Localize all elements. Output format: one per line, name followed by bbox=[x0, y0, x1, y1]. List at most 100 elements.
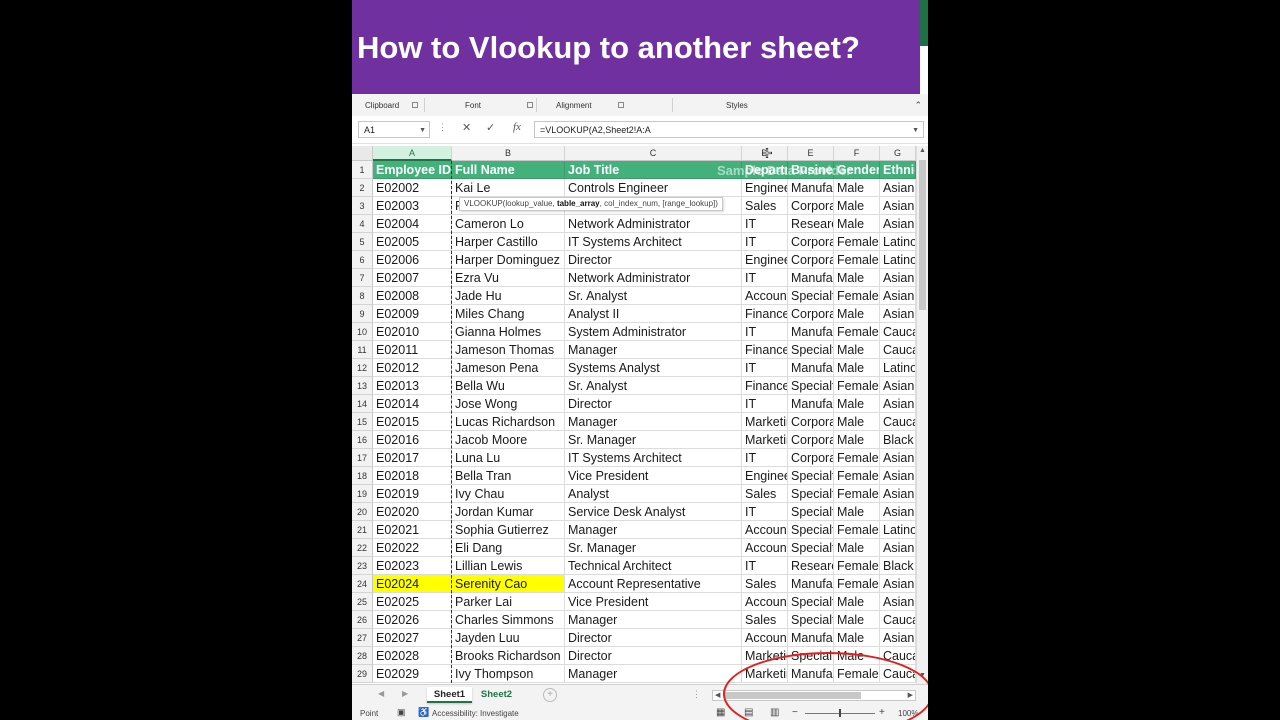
cell[interactable]: Corporate bbox=[788, 431, 834, 449]
cell[interactable]: Eli Dang bbox=[452, 539, 565, 557]
row-number[interactable]: 24 bbox=[352, 575, 373, 593]
name-box[interactable]: A1 ▼ bbox=[358, 121, 430, 138]
cancel-icon[interactable]: ✕ bbox=[462, 121, 471, 134]
cell[interactable]: Accounting bbox=[742, 521, 788, 539]
cell[interactable]: Female bbox=[834, 377, 880, 395]
row-number[interactable]: 5 bbox=[352, 233, 373, 251]
cell[interactable]: Corporate bbox=[788, 197, 834, 215]
cell[interactable]: Male bbox=[834, 359, 880, 377]
cell[interactable]: Manager bbox=[565, 521, 742, 539]
page-break-icon[interactable]: ▥ bbox=[770, 707, 779, 718]
cell[interactable]: E02028 bbox=[373, 647, 452, 665]
cell[interactable]: Asian bbox=[880, 179, 916, 197]
scroll-up-icon[interactable]: ▲ bbox=[917, 147, 928, 158]
cell[interactable]: Male bbox=[834, 611, 880, 629]
cell[interactable]: Specialty bbox=[788, 287, 834, 305]
cell[interactable]: Kai Le bbox=[452, 179, 565, 197]
row-number[interactable]: 8 bbox=[352, 287, 373, 305]
cell[interactable]: Technical Architect bbox=[565, 557, 742, 575]
cell[interactable]: System Administrator bbox=[565, 323, 742, 341]
normal-view-icon[interactable]: ▦ bbox=[716, 707, 725, 718]
cell[interactable]: IT bbox=[742, 215, 788, 233]
cell[interactable]: E02017 bbox=[373, 449, 452, 467]
column-header-f[interactable]: F bbox=[834, 146, 880, 161]
cell[interactable]: Manufacturing bbox=[788, 575, 834, 593]
cell[interactable]: Asian bbox=[880, 539, 916, 557]
row-number[interactable]: 13 bbox=[352, 377, 373, 395]
cell[interactable]: Specialty bbox=[788, 539, 834, 557]
cell[interactable]: Male bbox=[834, 395, 880, 413]
row-number[interactable]: 21 bbox=[352, 521, 373, 539]
cell[interactable]: E02005 bbox=[373, 233, 452, 251]
cell[interactable]: Female bbox=[834, 323, 880, 341]
cell[interactable]: Accounting bbox=[742, 539, 788, 557]
column-header-a[interactable]: A bbox=[373, 146, 452, 161]
cell[interactable]: Latino bbox=[880, 521, 916, 539]
cell[interactable]: Manufacturing bbox=[788, 269, 834, 287]
cell[interactable]: Sr. Manager bbox=[565, 431, 742, 449]
cell[interactable]: Director bbox=[565, 629, 742, 647]
cell[interactable]: Luna Lu bbox=[452, 449, 565, 467]
cell[interactable]: Asian bbox=[880, 305, 916, 323]
cell[interactable]: Black bbox=[880, 557, 916, 575]
cell[interactable]: E02027 bbox=[373, 629, 452, 647]
cell[interactable]: Male bbox=[834, 593, 880, 611]
macro-recorder-icon[interactable]: ▣ bbox=[397, 707, 406, 718]
row-number[interactable]: 12 bbox=[352, 359, 373, 377]
cell[interactable]: Specialty bbox=[788, 341, 834, 359]
enter-icon[interactable]: ✓ bbox=[486, 121, 495, 134]
cell[interactable]: Ezra Vu bbox=[452, 269, 565, 287]
cell[interactable]: E02022 bbox=[373, 539, 452, 557]
zoom-level[interactable]: 100% bbox=[898, 709, 918, 718]
cell[interactable]: Specialty bbox=[788, 503, 834, 521]
cell[interactable]: E02010 bbox=[373, 323, 452, 341]
row-number[interactable]: 14 bbox=[352, 395, 373, 413]
row-number[interactable]: 20 bbox=[352, 503, 373, 521]
row-number[interactable]: 7 bbox=[352, 269, 373, 287]
row-number[interactable]: 10 bbox=[352, 323, 373, 341]
cell[interactable]: Vice President bbox=[565, 467, 742, 485]
cell[interactable]: Jameson Pena bbox=[452, 359, 565, 377]
cell[interactable]: E02009 bbox=[373, 305, 452, 323]
tab-scroll-left-icon[interactable]: ◀ bbox=[378, 689, 384, 698]
cell[interactable]: Jose Wong bbox=[452, 395, 565, 413]
cell[interactable]: Manufacturing bbox=[788, 665, 834, 683]
cell[interactable]: Bella Wu bbox=[452, 377, 565, 395]
cell[interactable]: IT bbox=[742, 449, 788, 467]
cell[interactable]: Male bbox=[834, 197, 880, 215]
cell[interactable]: Director bbox=[565, 647, 742, 665]
cell[interactable]: IT bbox=[742, 557, 788, 575]
cell[interactable]: Lucas Richardson bbox=[452, 413, 565, 431]
cell[interactable]: Asian bbox=[880, 629, 916, 647]
clipboard-launcher-icon[interactable] bbox=[412, 102, 418, 108]
cell[interactable]: Corporate bbox=[788, 233, 834, 251]
cell[interactable]: Manufacturing bbox=[788, 323, 834, 341]
cell[interactable]: Accounting bbox=[742, 629, 788, 647]
cell[interactable]: IT Systems Architect bbox=[565, 233, 742, 251]
cell[interactable]: E02023 bbox=[373, 557, 452, 575]
function-icon[interactable]: fx bbox=[513, 121, 521, 133]
cell[interactable]: E02003 bbox=[373, 197, 452, 215]
row-number[interactable]: 4 bbox=[352, 215, 373, 233]
cell[interactable]: Jordan Kumar bbox=[452, 503, 565, 521]
cell[interactable]: Gianna Holmes bbox=[452, 323, 565, 341]
cell[interactable]: Asian bbox=[880, 467, 916, 485]
cell[interactable]: E02016 bbox=[373, 431, 452, 449]
cell[interactable]: Manager bbox=[565, 611, 742, 629]
cell[interactable]: Accounting bbox=[742, 593, 788, 611]
cell[interactable]: E02012 bbox=[373, 359, 452, 377]
cell[interactable]: Manager bbox=[565, 665, 742, 683]
cell[interactable]: Asian bbox=[880, 395, 916, 413]
cell[interactable]: Engineering bbox=[742, 251, 788, 269]
cell[interactable]: Manager bbox=[565, 413, 742, 431]
cell[interactable]: Corporate bbox=[788, 305, 834, 323]
vertical-scrollbar[interactable]: ▲ ▼ bbox=[916, 146, 928, 684]
cell[interactable]: Asian bbox=[880, 593, 916, 611]
cell[interactable]: Sales bbox=[742, 575, 788, 593]
cell[interactable]: E02024 bbox=[373, 575, 452, 593]
select-all-button[interactable] bbox=[352, 146, 373, 161]
cell[interactable]: Marketing bbox=[742, 665, 788, 683]
cell[interactable]: Director bbox=[565, 251, 742, 269]
tab-sheet1[interactable]: Sheet1 bbox=[427, 687, 472, 703]
cell[interactable]: Male bbox=[834, 431, 880, 449]
